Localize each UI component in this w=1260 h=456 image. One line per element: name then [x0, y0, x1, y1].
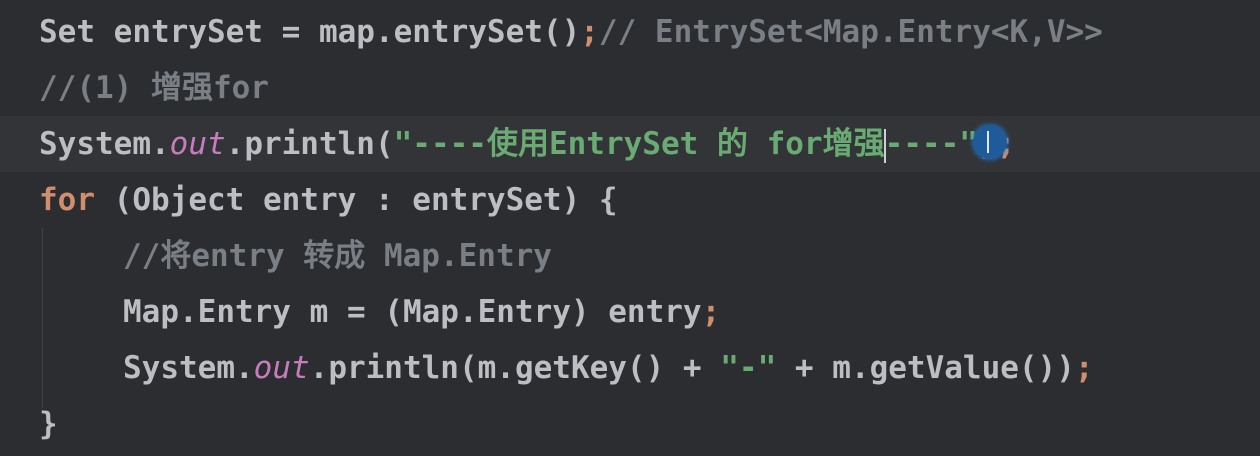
code-token: .println(m.getKey() +	[309, 350, 721, 386]
code-editor[interactable]: Set entrySet = map.entrySet();// EntrySe…	[0, 0, 1260, 456]
code-line-4[interactable]: for (Object entry : entrySet) {	[0, 172, 1260, 228]
static-field: out	[169, 126, 226, 162]
code-token: .println(	[225, 126, 394, 162]
code-line-2[interactable]: //(1) 增强for	[0, 60, 1260, 116]
code-line-8[interactable]: }	[0, 396, 1260, 452]
code-line-1[interactable]: Set entrySet = map.entrySet();// EntrySe…	[0, 4, 1260, 60]
line-comment: //将entry 转成 Map.Entry	[123, 238, 552, 274]
code-token: System.	[123, 350, 254, 386]
semicolon: ;	[701, 294, 721, 330]
line-comment: // EntrySet<Map.Entry<K,V>>	[598, 14, 1103, 50]
keyword: for	[39, 182, 95, 218]
code-line-7[interactable]: System.out.println(m.getKey() + "-" + m.…	[0, 340, 1260, 396]
semicolon: ;	[1074, 350, 1094, 386]
code-token: Map.Entry m = (Map.Entry) entry	[123, 294, 702, 330]
code-token: + m.getValue())	[776, 350, 1075, 386]
code-line-6[interactable]: Map.Entry m = (Map.Entry) entry;	[0, 284, 1260, 340]
string-literal: "----使用EntrySet 的 for增强	[393, 126, 885, 162]
code-token: System.	[39, 126, 170, 162]
text-cursor-icon	[973, 125, 1007, 159]
string-literal: "-"	[720, 350, 777, 386]
static-field: out	[253, 350, 310, 386]
semicolon: ;	[580, 14, 599, 50]
code-token: (Object entry : entrySet) {	[95, 182, 618, 218]
code-line-5[interactable]: //将entry 转成 Map.Entry	[0, 228, 1260, 284]
string-literal: ----"	[884, 126, 978, 162]
line-comment: //(1) 增强for	[39, 70, 269, 106]
code-line-3-current[interactable]: System.out.println("----使用EntrySet 的 for…	[0, 116, 1260, 172]
code-token: }	[39, 406, 58, 442]
code-token: Set entrySet = map.entrySet()	[39, 14, 581, 50]
